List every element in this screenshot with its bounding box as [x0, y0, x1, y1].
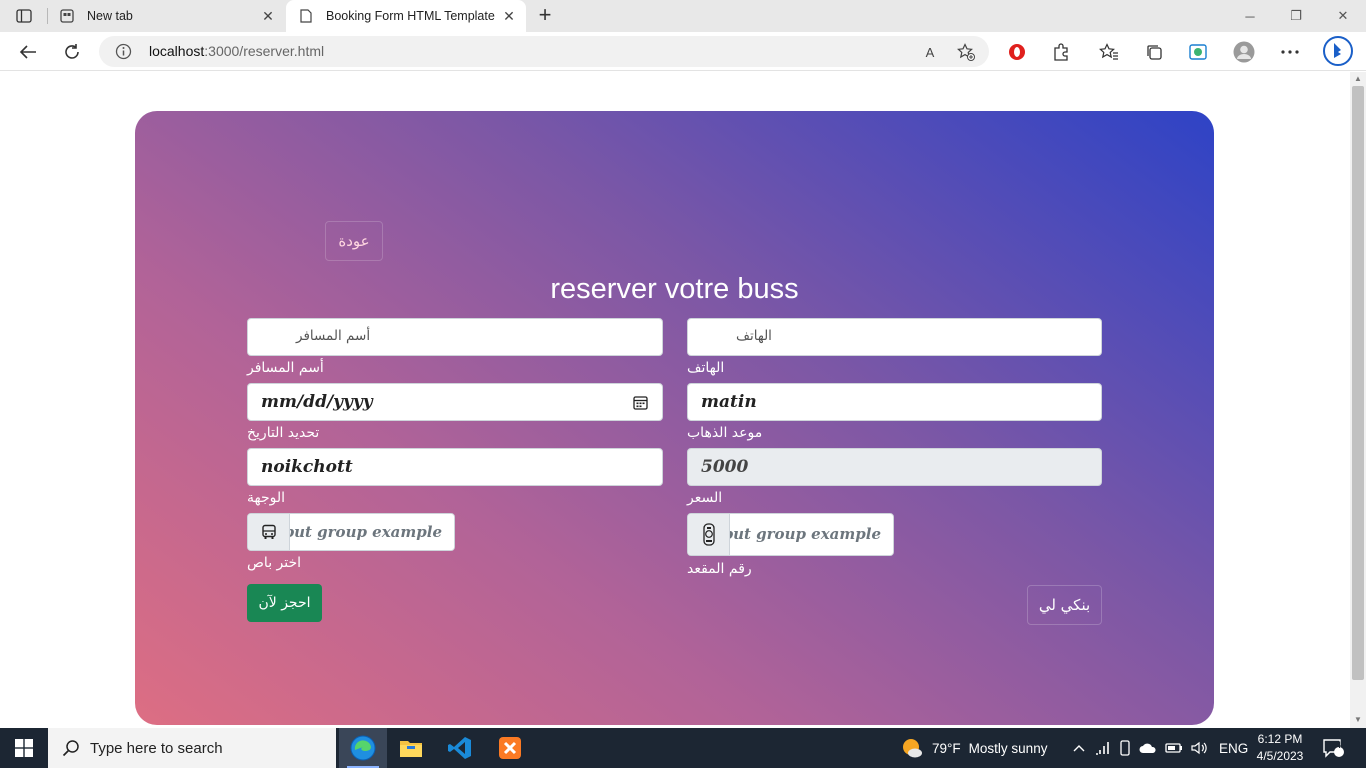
edge-taskbar-icon[interactable] — [339, 728, 387, 768]
phone-label: الهاتف — [687, 360, 725, 376]
close-window-button[interactable]: ✕ — [1320, 0, 1366, 32]
seat-icon — [688, 514, 730, 555]
weather-text: Mostly sunny — [968, 740, 1048, 756]
bing-copilot-icon[interactable] — [1322, 35, 1354, 67]
passenger-name-label: أسم المسافر — [247, 360, 324, 376]
destination-label: الوجهة — [247, 490, 286, 506]
edge-bar-icon[interactable] — [1186, 40, 1210, 64]
minimize-button[interactable]: ─ — [1227, 0, 1273, 32]
device-icon[interactable] — [1119, 740, 1131, 756]
vertical-scrollbar[interactable]: ▲ ▼ — [1350, 72, 1366, 728]
notification-center-icon[interactable]: 4 — [1322, 728, 1344, 768]
weather-temp: 79°F — [932, 740, 961, 756]
tab-actions-icon[interactable] — [12, 7, 36, 25]
read-aloud-icon[interactable]: A — [921, 43, 939, 61]
booking-card: عودة reserver votre buss أسم المسافر أسم… — [135, 111, 1214, 725]
system-tray: ENG — [1073, 728, 1248, 768]
seat-number-label: رقم المقعد — [687, 561, 752, 577]
bus-input[interactable]: Input group example — [290, 514, 454, 550]
tab-new-tab[interactable]: New tab ✕ — [47, 0, 285, 32]
close-tab-icon[interactable]: ✕ — [259, 8, 277, 25]
phone-placeholder: الهاتف — [736, 328, 772, 344]
language-indicator[interactable]: ENG — [1219, 741, 1248, 756]
weather-sun-cloud-icon — [900, 736, 924, 760]
date-value: mm/dd/yyyy — [261, 392, 373, 412]
network-icon[interactable] — [1095, 741, 1111, 755]
date-input[interactable]: mm/dd/yyyy — [247, 383, 663, 421]
search-icon — [62, 739, 80, 757]
chevron-up-icon[interactable] — [1073, 744, 1085, 752]
xampp-icon[interactable] — [486, 728, 534, 768]
price-label: السعر — [687, 490, 723, 506]
url-bar[interactable]: localhost:3000/reserver.html A — [99, 36, 989, 67]
seat-placeholder: Input group example — [730, 525, 881, 543]
departure-time-value: matin — [701, 392, 757, 412]
notification-count: 4 — [1336, 740, 1342, 750]
volume-icon[interactable] — [1191, 741, 1209, 755]
seat-number-group[interactable]: Input group example — [687, 513, 894, 556]
favorites-icon[interactable] — [1097, 40, 1121, 64]
bus-icon — [248, 514, 290, 550]
book-now-button[interactable]: احجز لآن — [247, 584, 322, 622]
clock-date: 4/5/2023 — [1256, 749, 1304, 763]
onedrive-cloud-icon[interactable] — [1139, 742, 1157, 754]
calendar-icon[interactable] — [633, 395, 648, 410]
page-title: reserver votre buss — [550, 273, 799, 305]
price-value: 5000 — [701, 457, 749, 477]
passenger-name-input[interactable]: أسم المسافر — [247, 318, 663, 356]
seat-number-input[interactable]: Input group example — [730, 514, 893, 555]
vscode-icon[interactable] — [436, 728, 484, 768]
bus-placeholder: Input group example — [290, 523, 442, 541]
page-icon — [298, 8, 314, 24]
close-tab-icon[interactable]: ✕ — [500, 8, 518, 25]
battery-icon[interactable] — [1165, 742, 1183, 754]
refresh-icon[interactable] — [60, 40, 84, 64]
tab-title: Booking Form HTML Template — [326, 9, 495, 23]
search-placeholder: Type here to search — [90, 739, 223, 757]
bus-select-group[interactable]: Input group example — [247, 513, 455, 551]
taskbar-search-box[interactable]: Type here to search — [48, 728, 336, 768]
add-favorite-icon[interactable] — [957, 43, 975, 61]
page-viewport: عودة reserver votre buss أسم المسافر أسم… — [0, 72, 1350, 728]
price-input: 5000 — [687, 448, 1102, 486]
tab-booking-form[interactable]: Booking Form HTML Template ✕ — [286, 0, 526, 32]
departure-time-input[interactable]: matin — [687, 383, 1102, 421]
url-text: localhost:3000/reserver.html — [149, 43, 324, 59]
back-button[interactable]: عودة — [325, 221, 383, 261]
destination-value: noikchott — [261, 457, 353, 477]
bus-label: اختر باص — [247, 555, 302, 571]
taskbar-clock[interactable]: 6:12 PM 4/5/2023 — [1250, 731, 1310, 765]
new-tab-button[interactable]: + — [533, 4, 557, 28]
destination-input[interactable]: noikchott — [247, 448, 663, 486]
tab-title: New tab — [87, 9, 133, 23]
date-label: تحديد التاريخ — [247, 425, 320, 441]
url-path: :3000/reserver.html — [204, 43, 325, 59]
info-icon[interactable] — [115, 43, 132, 60]
passenger-name-placeholder: أسم المسافر — [296, 328, 371, 344]
file-explorer-icon[interactable] — [387, 728, 435, 768]
profile-avatar-icon[interactable] — [1232, 40, 1256, 64]
clock-time: 6:12 PM — [1257, 732, 1303, 746]
restore-button[interactable]: ❐ — [1273, 0, 1319, 32]
weather-widget[interactable]: 79°F Mostly sunny — [900, 728, 1047, 768]
browser-tab-bar: New tab ✕ Booking Form HTML Template ✕ +… — [0, 0, 1366, 32]
new-tab-icon — [59, 8, 75, 24]
url-host: localhost — [149, 43, 205, 59]
back-arrow-icon[interactable] — [16, 40, 40, 64]
collections-icon[interactable] — [1142, 40, 1166, 64]
departure-time-label: موعد الذهاب — [687, 425, 763, 441]
scrollbar-thumb[interactable] — [1352, 86, 1364, 680]
phone-input[interactable]: الهاتف — [687, 318, 1102, 356]
scroll-up-arrow-icon[interactable]: ▲ — [1354, 75, 1362, 83]
windows-start-icon[interactable] — [0, 728, 48, 768]
bankily-button[interactable]: بنكي لي — [1027, 585, 1102, 625]
address-toolbar: localhost:3000/reserver.html A — [0, 32, 1366, 71]
extensions-icon[interactable] — [1049, 40, 1073, 64]
scroll-down-arrow-icon[interactable]: ▼ — [1354, 716, 1362, 724]
more-options-icon[interactable] — [1278, 40, 1302, 64]
opera-extension-icon[interactable] — [1005, 40, 1029, 64]
windows-taskbar: Type here to search 79°F Mostly sunny EN… — [0, 728, 1366, 768]
